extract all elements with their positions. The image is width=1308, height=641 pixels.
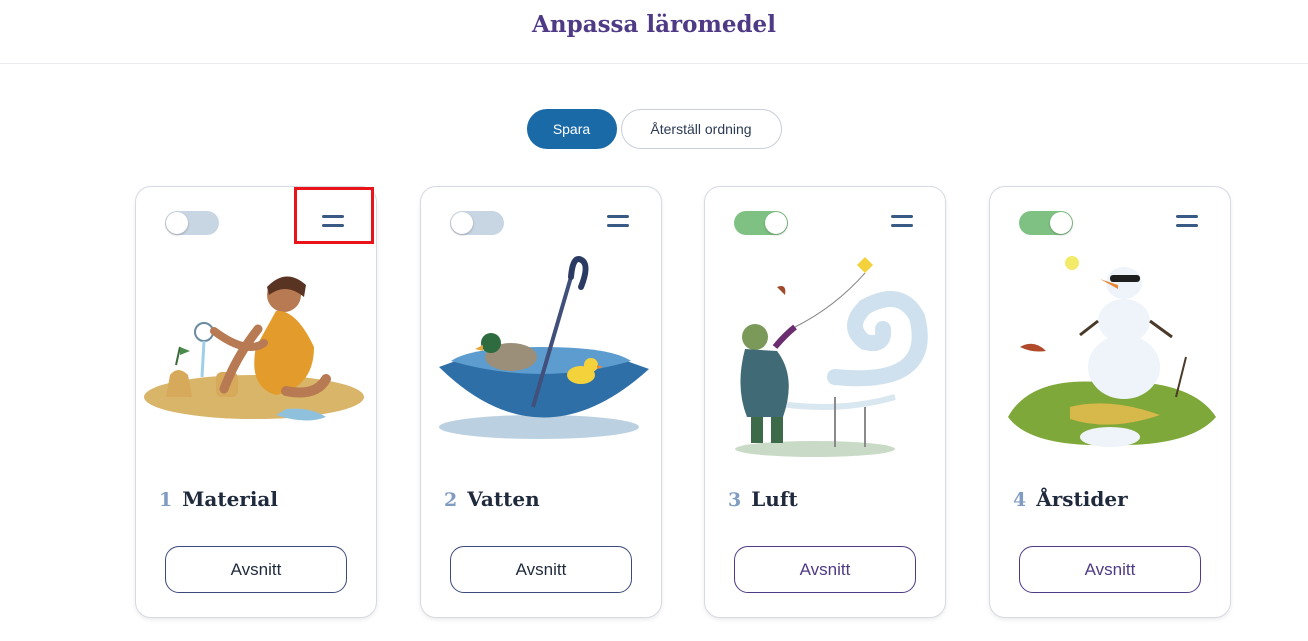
material-illustration xyxy=(144,276,364,421)
episodes-button[interactable]: Avsnitt xyxy=(450,546,632,593)
card-number: 1 xyxy=(159,489,173,511)
visibility-toggle[interactable] xyxy=(734,211,788,235)
card-number: 3 xyxy=(728,489,742,511)
drag-handle-icon[interactable] xyxy=(322,215,344,227)
card-title-text: Luft xyxy=(751,487,798,511)
drag-handle-icon[interactable] xyxy=(1176,215,1198,227)
card-title: 2 Vatten xyxy=(444,487,540,511)
card-number: 2 xyxy=(444,489,458,511)
toggle-knob xyxy=(765,212,787,234)
episodes-button[interactable]: Avsnitt xyxy=(165,546,347,593)
toggle-knob xyxy=(451,212,473,234)
card-title-text: Årstider xyxy=(1036,487,1128,511)
theme-card-arstider: 4 Årstider Avsnitt xyxy=(989,186,1231,618)
vatten-illustration xyxy=(439,256,649,439)
drag-handle-icon[interactable] xyxy=(607,215,629,227)
visibility-toggle[interactable] xyxy=(1019,211,1073,235)
theme-card-material: 1 Material Avsnitt xyxy=(135,186,377,618)
toggle-knob xyxy=(166,212,188,234)
arstider-illustration xyxy=(1008,256,1216,447)
card-number: 4 xyxy=(1013,489,1027,511)
page-title: Anpassa läromedel xyxy=(532,11,776,38)
visibility-toggle[interactable] xyxy=(450,211,504,235)
reset-order-button[interactable]: Återställ ordning xyxy=(620,109,782,149)
card-title: 1 Material xyxy=(159,487,278,511)
toggle-knob xyxy=(1050,212,1072,234)
page-header: Anpassa läromedel xyxy=(0,0,1308,64)
luft-illustration xyxy=(735,257,928,457)
card-title: 4 Årstider xyxy=(1013,487,1128,511)
card-title-text: Vatten xyxy=(467,487,540,511)
card-title-text: Material xyxy=(182,487,278,511)
episodes-button[interactable]: Avsnitt xyxy=(1019,546,1201,593)
card-title: 3 Luft xyxy=(728,487,798,511)
theme-card-vatten: 2 Vatten Avsnitt xyxy=(420,186,662,618)
save-button[interactable]: Spara xyxy=(526,109,617,149)
episodes-button[interactable]: Avsnitt xyxy=(734,546,916,593)
action-bar: Spara Återställ ordning xyxy=(0,109,1308,149)
theme-card-luft: 3 Luft Avsnitt xyxy=(704,186,946,618)
drag-handle-icon[interactable] xyxy=(891,215,913,227)
visibility-toggle[interactable] xyxy=(165,211,219,235)
